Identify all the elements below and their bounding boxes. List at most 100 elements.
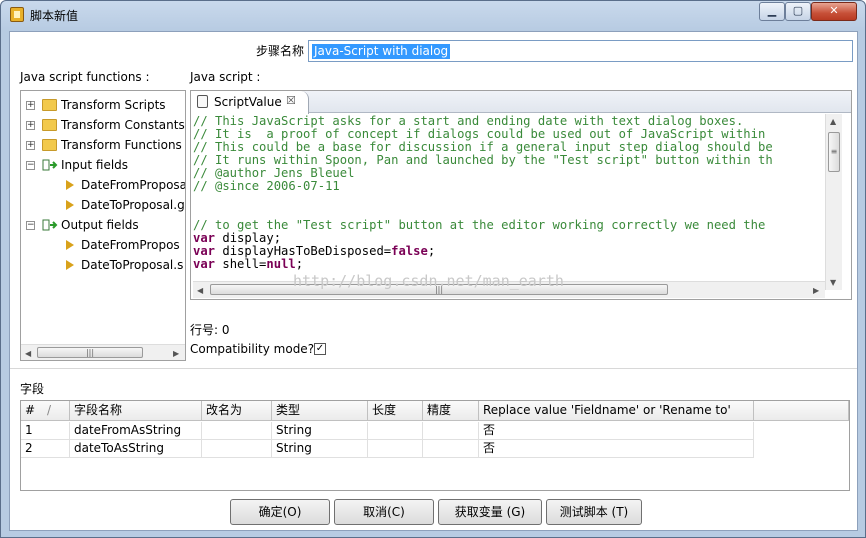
tree-item[interactable]: + Transform Scripts [21, 95, 185, 115]
maximize-button[interactable]: ▢ [785, 2, 811, 21]
kettle-app-icon [10, 7, 24, 22]
code-comment: // to get the "Test script" button at th… [193, 218, 766, 232]
code-text: ; [295, 257, 304, 271]
table-cell[interactable] [202, 422, 272, 440]
field-icon [66, 200, 74, 210]
tab-strip: ScriptValue ☒ [191, 91, 851, 114]
tree-item[interactable]: DateFromProposal [21, 175, 185, 195]
dialog-window: 脚本新值 ▁ ▢ ✕ 步骤名称 Java-Script with dialog … [0, 0, 866, 538]
title-bar[interactable]: 脚本新值 ▁ ▢ ✕ [1, 1, 865, 29]
column-header[interactable]: 改名为 [202, 401, 272, 421]
tree-item[interactable]: DateToProposal.g [21, 195, 185, 215]
scroll-thumb[interactable]: ≡ [828, 132, 840, 172]
tree-item[interactable]: − Output fields [21, 215, 185, 235]
table-cell[interactable]: dateToAsString [70, 440, 202, 458]
scroll-right-icon[interactable]: ▶ [813, 286, 819, 295]
column-header-label: 字段名称 [74, 403, 123, 417]
tree-item[interactable]: + Transform Functions [21, 135, 185, 155]
functions-tree[interactable]: + Transform Scripts + Transform Constants + T… [20, 90, 186, 361]
column-header[interactable] [754, 401, 849, 421]
code-comment: // It runs within Spoon, Pan and launche… [193, 153, 773, 167]
column-header[interactable]: 长度 [368, 401, 423, 421]
tree-item[interactable]: − Input fields [21, 155, 185, 175]
tree-item[interactable]: DateFromPropos [21, 235, 185, 255]
script-editor-panel: ScriptValue ☒ // This JavaScript asks fo… [190, 90, 852, 300]
step-name-input[interactable]: Java-Script with dialog [308, 40, 853, 62]
sort-icon[interactable]: / [47, 401, 51, 420]
cancel-button[interactable]: 取消(C) [334, 499, 434, 525]
tree-item-label: DateToProposal.s [81, 258, 184, 272]
tree-item[interactable]: DateToProposal.s [21, 255, 185, 275]
table-cell[interactable]: 否 [479, 440, 754, 458]
get-variables-button[interactable]: 获取变量 (G) [438, 499, 542, 525]
code-line: // to get the "Test script" button at th… [193, 219, 823, 232]
expand-toggle-icon[interactable]: + [26, 101, 35, 110]
script-label: Java script : [190, 70, 261, 84]
table-cell[interactable] [368, 440, 423, 458]
tab-scriptvalue[interactable]: ScriptValue ☒ [191, 91, 309, 114]
row-number-cell[interactable]: 1 [21, 422, 70, 440]
column-header[interactable]: # / [21, 401, 70, 421]
fields-table[interactable]: # / 字段名称 改名为 类型 长度 精度 Replace value 'Fieldname'… [20, 400, 850, 491]
tree-item-label: Transform Functions [61, 138, 182, 152]
table-cell[interactable]: dateFromAsString [70, 422, 202, 440]
table-cell[interactable]: String [272, 422, 368, 440]
code-comment: // @author Jens Bleuel [193, 166, 355, 180]
tab-close-icon[interactable]: ☒ [286, 94, 296, 107]
column-header[interactable]: Replace value 'Fieldname' or 'Rename to' [479, 401, 754, 421]
scroll-up-icon[interactable]: ▲ [830, 117, 836, 126]
column-header-label: # [25, 403, 36, 417]
dialog-body: 步骤名称 Java-Script with dialog Java script… [9, 31, 858, 531]
tab-label: ScriptValue [214, 95, 282, 109]
tree-item-label: DateFromPropos [81, 238, 180, 252]
table-cell[interactable]: 否 [479, 422, 754, 440]
expand-toggle-icon[interactable]: − [26, 161, 35, 170]
field-icon [66, 260, 74, 270]
tree-item-label: DateToProposal.g [81, 198, 185, 212]
table-cell[interactable] [368, 422, 423, 440]
column-header[interactable]: 字段名称 [70, 401, 202, 421]
code-keyword: null [266, 257, 296, 271]
expand-toggle-icon[interactable]: − [26, 221, 35, 230]
test-script-button[interactable]: 测试脚本 (T) [546, 499, 642, 525]
code-comment: // It is a proof of concept if dialogs c… [193, 127, 766, 141]
expand-toggle-icon[interactable]: + [26, 121, 35, 130]
compatibility-checkbox[interactable]: ✓ [314, 343, 326, 355]
code-comment: // This could be a base for discussion i… [193, 140, 773, 154]
script-code-area[interactable]: // This JavaScript asks for a start and … [193, 115, 823, 291]
column-header[interactable]: 精度 [423, 401, 479, 421]
ok-button[interactable]: 确定(O) [230, 499, 330, 525]
minimize-button[interactable]: ▁ [759, 2, 785, 21]
tree-item-label: Output fields [61, 218, 139, 232]
tree-item-label: Transform Scripts [61, 98, 166, 112]
divider [10, 368, 857, 369]
tree-horizontal-scrollbar[interactable]: ◀ ||| ▶ [21, 344, 185, 360]
scroll-thumb[interactable]: ||| [37, 347, 143, 358]
table-cell[interactable] [423, 440, 479, 458]
step-name-value: Java-Script with dialog [312, 44, 451, 59]
code-keyword: var [193, 257, 216, 271]
table-cell[interactable] [202, 440, 272, 458]
tree-item-label: Input fields [61, 158, 129, 172]
scroll-left-icon[interactable]: ◀ [25, 349, 31, 358]
column-header[interactable]: 类型 [272, 401, 368, 421]
watermark: http://blog.csdn.net/man_earth [293, 272, 564, 290]
table-cell[interactable] [423, 422, 479, 440]
tree-item[interactable]: + Transform Constants [21, 115, 185, 135]
functions-label: Java script functions : [20, 70, 150, 84]
row-number-cell[interactable]: 2 [21, 440, 70, 458]
close-button[interactable]: ✕ [811, 2, 857, 21]
expand-toggle-icon[interactable]: + [26, 141, 35, 150]
editor-vertical-scrollbar[interactable]: ▲ ≡ ▼ [825, 114, 842, 290]
scroll-left-icon[interactable]: ◀ [197, 286, 203, 295]
table-cell[interactable]: String [272, 440, 368, 458]
folder-icon [42, 99, 57, 111]
code-keyword: false [391, 244, 428, 258]
code-line: // @since 2006-07-11 [193, 180, 823, 193]
fields-label: 字段 [20, 382, 45, 396]
compatibility-label: Compatibility mode? [190, 342, 315, 356]
scroll-right-icon[interactable]: ▶ [173, 349, 179, 358]
field-icon [66, 240, 74, 250]
output-fields-icon [42, 218, 58, 232]
scroll-down-icon[interactable]: ▼ [830, 278, 836, 287]
